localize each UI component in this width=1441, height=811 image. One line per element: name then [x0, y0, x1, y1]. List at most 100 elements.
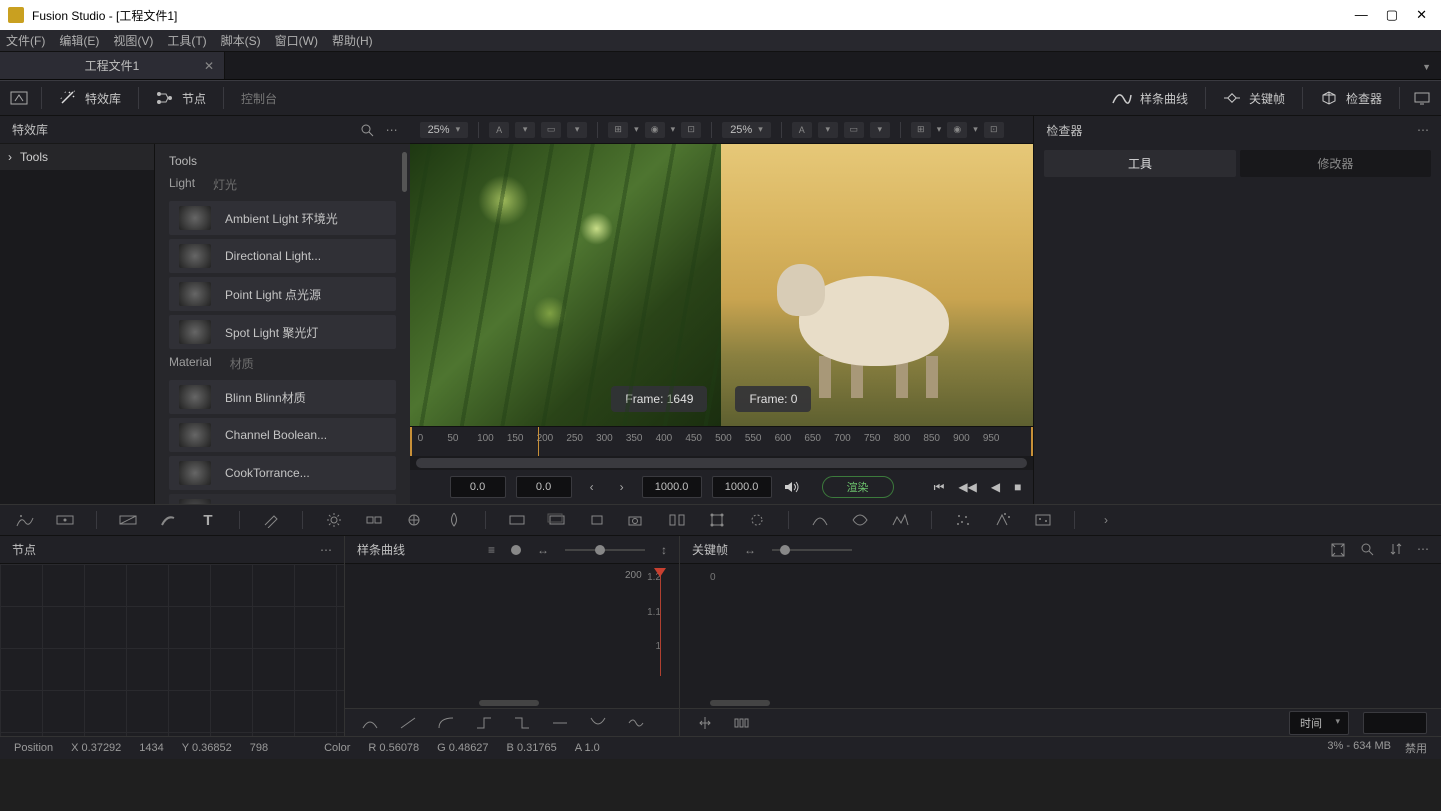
- shelf-fastnoise-icon[interactable]: [54, 509, 76, 531]
- console-button[interactable]: 控制台: [227, 81, 291, 115]
- menu-script[interactable]: 脚本(S): [221, 32, 261, 49]
- menu-file[interactable]: 文件(F): [6, 32, 45, 49]
- spline-zoom-vertical-icon[interactable]: ↕: [661, 543, 667, 557]
- fx-item-spot-light[interactable]: Spot Light 聚光灯: [169, 315, 396, 349]
- speaker-icon[interactable]: [782, 477, 802, 497]
- fx-item-point-light[interactable]: Point Light 点光源: [169, 277, 396, 311]
- shelf-transform-icon[interactable]: [706, 509, 728, 531]
- shelf-sharpen-icon[interactable]: [546, 509, 568, 531]
- kf-zoom-slider[interactable]: [772, 549, 852, 551]
- shelf-hue-icon[interactable]: [443, 509, 465, 531]
- status-disable[interactable]: 禁用: [1405, 740, 1427, 756]
- spline-tool-step-out-icon[interactable]: [511, 712, 533, 734]
- close-window-button[interactable]: ✕: [1416, 7, 1427, 23]
- shelf-glow-icon[interactable]: [586, 509, 608, 531]
- shelf-resize-icon[interactable]: [746, 509, 768, 531]
- viewer-a[interactable]: Frame: 1649: [410, 144, 722, 426]
- shelf-brightness-icon[interactable]: [323, 509, 345, 531]
- kf-tool-spread-icon[interactable]: [730, 712, 752, 734]
- shelf-filter-icon[interactable]: [666, 509, 688, 531]
- inspector-tab-modifier[interactable]: 修改器: [1240, 150, 1431, 177]
- minimize-button[interactable]: —: [1355, 7, 1368, 23]
- menu-edit[interactable]: 编辑(E): [59, 32, 99, 49]
- spline-button[interactable]: 样条曲线: [1098, 81, 1202, 115]
- viewer-a-snapshot-button[interactable]: ⊡: [681, 122, 701, 138]
- shelf-particlerender-icon[interactable]: [1032, 509, 1054, 531]
- viewer-a-roi-button[interactable]: ⊞: [608, 122, 628, 138]
- viewer-b-channel-dd[interactable]: ▾: [818, 122, 838, 138]
- nodes-canvas[interactable]: [0, 564, 344, 736]
- range-out-field[interactable]: 1000.0: [642, 476, 702, 498]
- timeline-ruler[interactable]: 0501001502002503003504004505005506006507…: [410, 426, 1034, 456]
- fx-item-channel-boolean[interactable]: Channel Boolean...: [169, 418, 396, 452]
- kf-sort-icon[interactable]: [1389, 542, 1403, 558]
- viewer-b-lut-dd[interactable]: ▾: [870, 122, 890, 138]
- shelf-bitmap-icon[interactable]: [889, 509, 911, 531]
- viewer-b-channel-a[interactable]: A: [792, 122, 812, 138]
- keyframe-button[interactable]: 关键帧: [1209, 81, 1299, 115]
- effects-library-button[interactable]: 特效库: [45, 81, 135, 115]
- shelf-blur-icon[interactable]: [506, 509, 528, 531]
- inspector-options-icon[interactable]: ⋯: [1417, 123, 1429, 137]
- kf-fit-icon[interactable]: [1330, 542, 1346, 558]
- kf-time-input[interactable]: [1363, 712, 1427, 734]
- viewer-a-color-button[interactable]: ◉: [645, 122, 665, 138]
- viewer-a-zoom[interactable]: 25%▾: [420, 122, 469, 138]
- menu-view[interactable]: 视图(V): [113, 32, 153, 49]
- play-reverse-button[interactable]: ◀: [991, 480, 1000, 495]
- kf-hscroll[interactable]: [710, 700, 770, 706]
- viewer-b-zoom[interactable]: 25%▾: [722, 122, 771, 138]
- spline-zoom-horizontal-icon[interactable]: ↔: [537, 543, 549, 557]
- viewer-a-channel-a[interactable]: A: [489, 122, 509, 138]
- shelf-background-icon[interactable]: [14, 509, 36, 531]
- secondary-monitor-button[interactable]: [1403, 81, 1441, 115]
- shelf-paint-icon[interactable]: [157, 509, 179, 531]
- viewer-b-roi-button[interactable]: ⊞: [911, 122, 931, 138]
- prev-frame-button[interactable]: ‹: [582, 477, 602, 497]
- kf-options-icon[interactable]: ⋯: [1417, 542, 1429, 558]
- shelf-particles-icon[interactable]: [952, 509, 974, 531]
- spline-tool-flat-icon[interactable]: [549, 712, 571, 734]
- kf-time-select[interactable]: 时间 ▾: [1289, 711, 1349, 735]
- maximize-button[interactable]: ▢: [1386, 7, 1398, 23]
- keyframe-canvas[interactable]: 0: [680, 564, 1441, 708]
- spline-tool-ease-icon[interactable]: [435, 712, 457, 734]
- shelf-particleemit-icon[interactable]: [992, 509, 1014, 531]
- spline-canvas[interactable]: 200 1.2 1.1 1: [345, 564, 679, 708]
- shelf-text-icon[interactable]: T: [197, 509, 219, 531]
- layout-dropdown-button[interactable]: [0, 81, 38, 115]
- step-back-button[interactable]: ◀◀: [958, 480, 976, 495]
- timeline-scrollbar[interactable]: [410, 456, 1034, 470]
- tab-overflow-icon[interactable]: ▼: [1422, 62, 1431, 72]
- viewer-a-channel-dd[interactable]: ▾: [515, 122, 535, 138]
- shelf-bspline-icon[interactable]: [849, 509, 871, 531]
- spline-tool-invert-icon[interactable]: [625, 712, 647, 734]
- shelf-colorcorrect-icon[interactable]: [403, 509, 425, 531]
- viewer-a-lut-dd[interactable]: ▾: [567, 122, 587, 138]
- range-in-field[interactable]: 0.0: [450, 476, 506, 498]
- tree-item-tools[interactable]: › Tools: [0, 144, 154, 170]
- shelf-polyline-icon[interactable]: [809, 509, 831, 531]
- spline-tool-reverse-icon[interactable]: [587, 712, 609, 734]
- nodes-button[interactable]: 节点: [142, 81, 220, 115]
- spline-zoom-slider[interactable]: [565, 549, 645, 551]
- next-frame-button[interactable]: ›: [612, 477, 632, 497]
- spline-tool-linear-icon[interactable]: [397, 712, 419, 734]
- menu-window[interactable]: 窗口(W): [275, 32, 318, 49]
- fx-item-directional-light[interactable]: Directional Light...: [169, 239, 396, 273]
- document-tab[interactable]: 工程文件1 ✕: [0, 52, 225, 79]
- viewer-b-lut-button[interactable]: ▭: [844, 122, 864, 138]
- shelf-gradient-icon[interactable]: [117, 509, 139, 531]
- spline-tool-step-in-icon[interactable]: [473, 712, 495, 734]
- viewer-b-snapshot-button[interactable]: ⊡: [984, 122, 1004, 138]
- spline-tool-smooth-icon[interactable]: [359, 712, 381, 734]
- inspector-button[interactable]: 检查器: [1306, 81, 1396, 115]
- search-icon[interactable]: [360, 123, 374, 137]
- fx-item-cooktorrance[interactable]: CookTorrance...: [169, 456, 396, 490]
- render-button[interactable]: 渲染: [822, 476, 894, 498]
- current-time-field[interactable]: 0.0: [516, 476, 572, 498]
- stop-button[interactable]: ■: [1014, 480, 1021, 495]
- nodes-panel-options-icon[interactable]: ⋯: [320, 543, 332, 557]
- kf-zoom-in-icon[interactable]: [1360, 542, 1375, 558]
- inspector-tab-tools[interactable]: 工具: [1044, 150, 1235, 177]
